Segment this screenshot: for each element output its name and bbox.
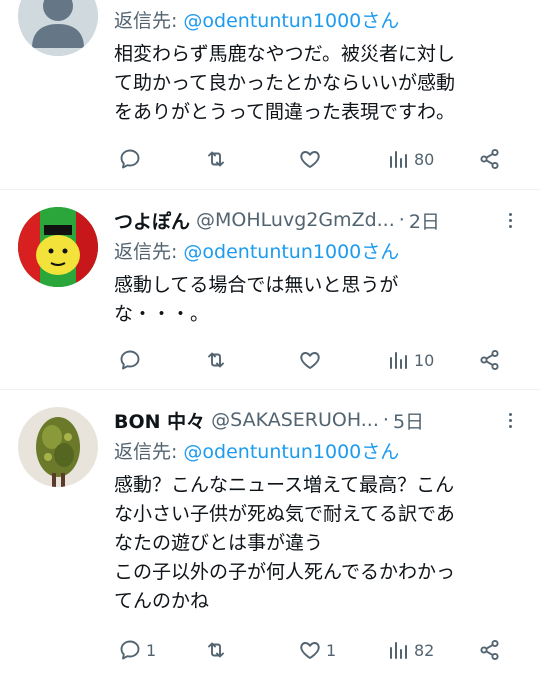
tweet-1[interactable]: 返信先: @odentuntun1000さん 相変わらず馬鹿なやつだ。被災者に対…: [0, 0, 540, 190]
views-icon: [390, 352, 407, 369]
reply-button[interactable]: [118, 345, 146, 375]
tweet-2[interactable]: つよぽん @MOHLuvg2GmZd... · 2日 返信先: @odentun…: [0, 189, 540, 390]
character-avatar-icon: [18, 207, 98, 287]
retweet-icon: [208, 352, 224, 368]
reply-icon: [120, 149, 140, 169]
display-name[interactable]: つよぽん: [114, 207, 190, 234]
avatar[interactable]: [18, 0, 98, 56]
reply-icon: [120, 350, 140, 370]
action-bar: 1 1 82: [114, 635, 514, 665]
tweet-text-line: 感動？こんなニュース増えて最高？こん: [114, 474, 455, 496]
reply-button[interactable]: 1: [118, 635, 156, 665]
figure-avatar-icon: [18, 407, 98, 487]
reply-button[interactable]: [118, 144, 146, 174]
like-count: 1: [326, 640, 337, 660]
avatar[interactable]: [18, 207, 98, 287]
tweet-text-line: てんのかね: [114, 590, 210, 612]
retweet-button[interactable]: [204, 635, 232, 665]
views-button[interactable]: 82: [388, 635, 434, 665]
more-options-button[interactable]: [498, 405, 522, 435]
views-button[interactable]: 10: [388, 345, 434, 375]
like-button[interactable]: 1: [298, 635, 336, 665]
share-icon: [480, 639, 499, 661]
tweet-text: 感動してる場合では無いと思うが な・・・。: [114, 271, 522, 329]
like-icon: [300, 352, 320, 369]
action-bar: 80: [114, 144, 514, 174]
display-name[interactable]: BON 中々: [114, 407, 205, 434]
avatar[interactable]: [18, 407, 98, 487]
views-icon: [390, 151, 407, 168]
separator-dot: ·: [382, 409, 389, 431]
tweet-text-line: をありがとうって間違った表現ですわ。: [114, 101, 456, 123]
user-handle[interactable]: @MOHLuvg2GmZd...: [196, 209, 395, 231]
tweet-header: つよぽん @MOHLuvg2GmZd... · 2日: [114, 205, 522, 235]
tweet-text-line: なたの遊びとは事が違う: [114, 532, 324, 554]
share-button[interactable]: [478, 144, 502, 174]
like-icon: [300, 642, 320, 659]
tweet-3[interactable]: BON 中々 @SAKASERUOH... · 5日 返信先: @odentun…: [0, 389, 540, 689]
views-count: 82: [414, 640, 435, 660]
tweet-text-line: 感動してる場合では無いと思うが: [114, 274, 399, 296]
retweet-icon: [208, 151, 224, 167]
share-icon: [480, 148, 499, 170]
reply-prefix: 返信先:: [114, 440, 178, 463]
tweet-text: 感動？こんなニュース増えて最高？こん な小さい子供が死ぬ気で耐えてる訳であ なた…: [114, 471, 522, 616]
tweet-header: BON 中々 @SAKASERUOH... · 5日: [114, 405, 522, 435]
reply-context: 返信先: @odentuntun1000さん: [114, 4, 522, 34]
like-button[interactable]: [298, 345, 326, 375]
tweet-text-line: 相変わらず馬鹿なやつだ。被災者に対し: [114, 43, 456, 65]
tweet-text-line: て助かって良かったとかならいいが感動: [114, 72, 456, 94]
views-icon: [390, 642, 407, 659]
tweet-text-line: な小さい子供が死ぬ気で耐えてる訳であ: [114, 503, 455, 525]
tweet-text: 相変わらず馬鹿なやつだ。被災者に対し て助かって良かったとかならいいが感動 をあ…: [114, 40, 522, 127]
retweet-button[interactable]: [204, 144, 232, 174]
tweet-text-line: な・・・。: [114, 303, 210, 325]
like-icon: [300, 151, 320, 168]
reply-prefix: 返信先:: [114, 9, 178, 32]
default-avatar-icon: [18, 0, 98, 56]
views-count: 10: [414, 350, 435, 370]
like-button[interactable]: [298, 144, 326, 174]
user-handle[interactable]: @SAKASERUOH...: [211, 409, 379, 431]
more-icon: [508, 412, 512, 416]
timestamp[interactable]: 2日: [409, 207, 440, 234]
reply-context: 返信先: @odentuntun1000さん: [114, 435, 522, 465]
separator-dot: ·: [398, 209, 405, 231]
share-button[interactable]: [478, 345, 502, 375]
tweet-text-line: この子以外の子が何人死んでるかわかっ: [114, 561, 456, 583]
reply-icon: [120, 640, 140, 660]
action-bar: 10: [114, 345, 514, 375]
timestamp[interactable]: 5日: [393, 407, 424, 434]
views-button[interactable]: 80: [388, 144, 434, 174]
reply-mention-link[interactable]: @odentuntun1000さん: [183, 237, 399, 264]
reply-prefix: 返信先:: [114, 240, 178, 263]
share-icon: [480, 349, 499, 371]
retweet-button[interactable]: [204, 345, 232, 375]
retweet-icon: [208, 642, 224, 658]
more-options-button[interactable]: [498, 205, 522, 235]
more-icon: [508, 212, 512, 216]
share-button[interactable]: [478, 635, 502, 665]
reply-count: 1: [146, 640, 157, 660]
reply-mention-link[interactable]: @odentuntun1000さん: [183, 6, 399, 33]
views-count: 80: [414, 149, 435, 169]
reply-mention-link[interactable]: @odentuntun1000さん: [183, 437, 399, 464]
reply-context: 返信先: @odentuntun1000さん: [114, 235, 522, 265]
